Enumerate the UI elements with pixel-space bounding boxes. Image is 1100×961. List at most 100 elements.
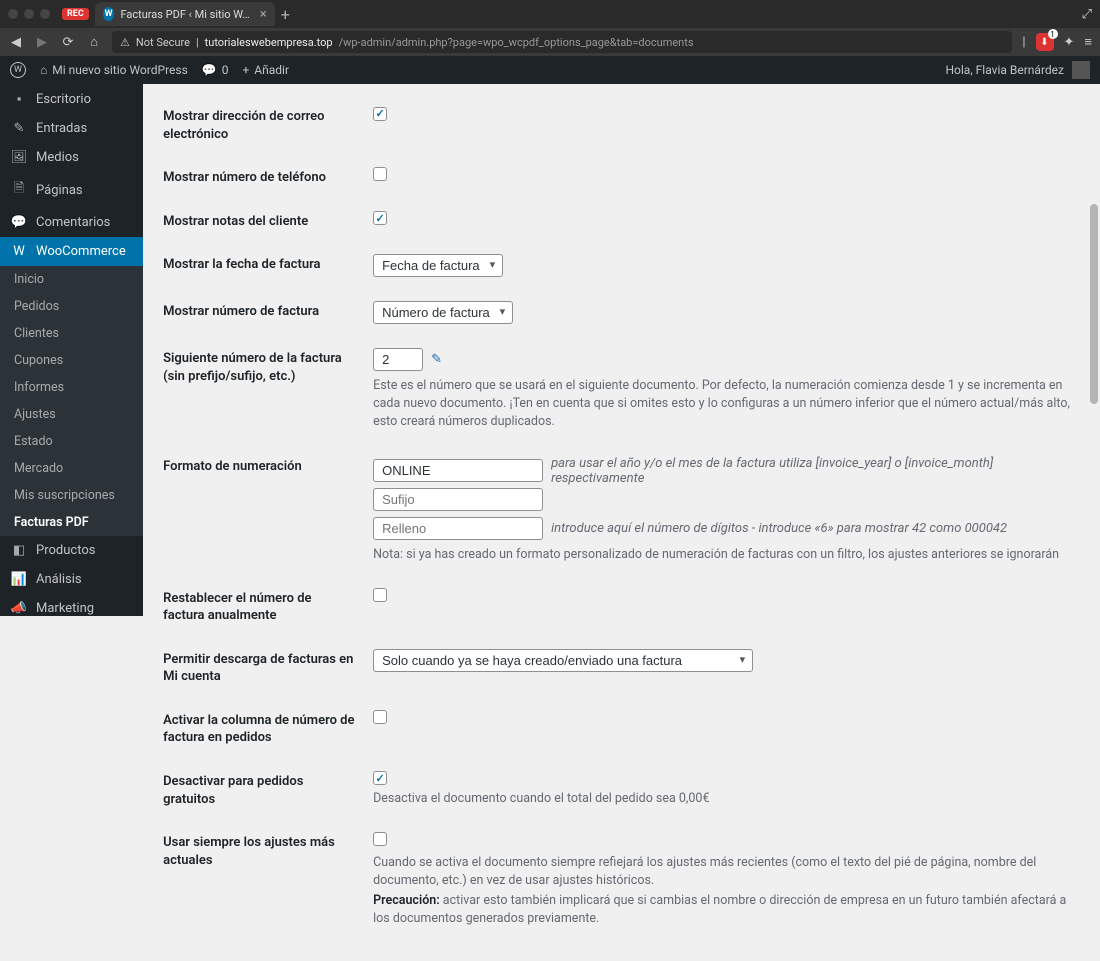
checkbox-usar-recientes[interactable]: [373, 832, 387, 846]
scrollbar[interactable]: [1090, 204, 1098, 404]
tab-title: Facturas PDF ‹ Mi sitio W…: [120, 8, 249, 21]
sidebar-item-marketing[interactable]: 📣Marketing: [0, 594, 143, 616]
products-icon: ◧: [10, 543, 28, 558]
checkbox-mostrar-notas[interactable]: [373, 211, 387, 225]
input-relleno[interactable]: [373, 517, 543, 540]
input-prefijo[interactable]: [373, 459, 543, 482]
help-usar-recientes-2: Precaución: activar esto también implica…: [373, 892, 1080, 928]
close-tab-icon[interactable]: ×: [260, 7, 267, 22]
dashboard-icon: ▪: [10, 91, 28, 107]
checkbox-activar-columna[interactable]: [373, 710, 387, 724]
input-sufijo[interactable]: [373, 488, 543, 511]
edit-pencil-icon[interactable]: ✎: [431, 352, 442, 367]
adminbar-greeting[interactable]: Hola, Flavia Bernárdez: [945, 63, 1064, 77]
label-formato: Formato de numeración: [163, 456, 373, 476]
label-siguiente-numero: Siguiente número de la factura (sin pref…: [163, 348, 373, 385]
sidebar-sub-mercado[interactable]: Mercado: [0, 455, 143, 482]
browser-chrome: REC W Facturas PDF ‹ Mi sitio W… × + ⤢ ◀…: [0, 0, 1100, 56]
label-mostrar-notas: Mostrar notas del cliente: [163, 211, 373, 231]
label-mostrar-email: Mostrar dirección de correo electrónico: [163, 106, 373, 143]
sidebar-sub-clientes[interactable]: Clientes: [0, 320, 143, 347]
browser-tab[interactable]: W Facturas PDF ‹ Mi sitio W… ×: [95, 2, 275, 26]
address-bar: ◀ ▶ ⟳ ⌂ ⚠ Not Secure | tutorialeswebempr…: [0, 28, 1100, 56]
sidebar-sub-suscripciones[interactable]: Mis suscripciones: [0, 482, 143, 509]
label-restablecer: Restablecer el número de factura anualme…: [163, 588, 373, 625]
security-status: Not Secure: [136, 36, 190, 49]
nota-formato: Nota: si ya has creado un formato person…: [373, 546, 1080, 564]
warning-icon: ⚠: [120, 36, 130, 49]
checkbox-mostrar-telefono[interactable]: [373, 167, 387, 181]
browser-menu-icon[interactable]: ≡: [1084, 34, 1092, 50]
url-path: /wp-admin/admin.php?page=wpo_wcpdf_optio…: [339, 36, 694, 49]
analytics-icon: 📊: [10, 572, 28, 587]
select-mostrar-numero[interactable]: Número de factura: [373, 301, 513, 324]
wp-logo-icon[interactable]: W: [10, 62, 26, 78]
reload-icon[interactable]: ⟳: [60, 35, 76, 50]
media-icon: 🖼: [10, 150, 28, 165]
pin-icon: ✎: [10, 121, 28, 136]
woocommerce-icon: W: [10, 244, 28, 259]
precaucion-label: Precaución:: [373, 893, 440, 908]
sidebar-item-escritorio[interactable]: ▪Escritorio: [0, 84, 143, 114]
help-desactivar-gratuitos: Desactiva el documento cuando el total d…: [373, 790, 1080, 808]
home-icon[interactable]: ⌂: [86, 34, 102, 50]
admin-sidebar: ▪Escritorio ✎Entradas 🖼Medios 🗎Páginas 💬…: [0, 84, 143, 616]
sidebar-sub-informes[interactable]: Informes: [0, 374, 143, 401]
sidebar-sub-inicio[interactable]: Inicio: [0, 266, 143, 293]
sidebar-item-entradas[interactable]: ✎Entradas: [0, 114, 143, 143]
sidebar-item-analisis[interactable]: 📊Análisis: [0, 565, 143, 594]
plus-icon: +: [242, 63, 249, 77]
sidebar-item-comentarios[interactable]: 💬Comentarios: [0, 208, 143, 237]
hint-relleno: introduce aquí el número de dígitos - in…: [551, 521, 1007, 536]
wordpress-favicon-icon: W: [103, 7, 115, 21]
comment-icon: 💬: [202, 63, 217, 77]
sidebar-item-medios[interactable]: 🖼Medios: [0, 143, 143, 172]
avatar[interactable]: [1072, 61, 1090, 79]
sidebar-item-paginas[interactable]: 🗎Páginas: [0, 172, 143, 208]
traffic-max-icon[interactable]: [40, 9, 50, 19]
traffic-close-icon[interactable]: [8, 9, 18, 19]
select-mostrar-fecha[interactable]: Fecha de factura: [373, 254, 503, 277]
label-mostrar-numero: Mostrar número de factura: [163, 301, 373, 321]
extensions-puzzle-icon[interactable]: ✦: [1064, 35, 1075, 50]
checkbox-desactivar-gratuitos[interactable]: [373, 771, 387, 785]
page-icon: 🗎: [10, 179, 28, 201]
hint-prefijo: para usar el año y/o el mes de la factur…: [551, 456, 1080, 486]
sidebar-sub-cupones[interactable]: Cupones: [0, 347, 143, 374]
adminbar-comments[interactable]: 💬0: [202, 63, 229, 77]
extension-icon[interactable]: ⬇1: [1036, 33, 1054, 51]
label-mostrar-telefono: Mostrar número de teléfono: [163, 167, 373, 187]
label-activar-columna: Activar la columna de número de factura …: [163, 710, 373, 747]
sidebar-sub-facturas-pdf[interactable]: Facturas PDF: [0, 509, 143, 536]
extension-badge: 1: [1048, 29, 1058, 39]
adminbar-add-new[interactable]: +Añadir: [242, 63, 289, 77]
help-usar-recientes-1: Cuando se activa el documento siempre re…: [373, 854, 1080, 890]
sidebar-sub-estado[interactable]: Estado: [0, 428, 143, 455]
wp-adminbar: W ⌂Mi nuevo sitio WordPress 💬0 +Añadir H…: [0, 56, 1100, 84]
label-mostrar-fecha: Mostrar la fecha de factura: [163, 254, 373, 274]
tab-bar: REC W Facturas PDF ‹ Mi sitio W… × + ⤢: [0, 0, 1100, 28]
checkbox-mostrar-email[interactable]: [373, 107, 387, 121]
precaucion-text: activar esto también implicará que si ca…: [373, 893, 1066, 926]
input-siguiente-numero[interactable]: [373, 348, 423, 371]
traffic-min-icon[interactable]: [24, 9, 34, 19]
rec-badge: REC: [62, 8, 89, 20]
label-usar-recientes: Usar siempre los ajustes más actuales: [163, 832, 373, 869]
expand-icon[interactable]: ⤢: [1082, 7, 1092, 22]
new-tab-button[interactable]: +: [281, 5, 290, 24]
back-icon[interactable]: ◀: [8, 35, 24, 50]
checkbox-restablecer[interactable]: [373, 588, 387, 602]
label-desactivar-gratuitos: Desactivar para pedidos gratuitos: [163, 771, 373, 808]
settings-form: Mostrar dirección de correo electrónico …: [143, 84, 1100, 961]
help-siguiente-numero: Este es el número que se usará en el sig…: [373, 377, 1080, 431]
label-descarga: Permitir descarga de facturas en Mi cuen…: [163, 649, 373, 686]
sidebar-item-productos[interactable]: ◧Productos: [0, 536, 143, 565]
sidebar-sub-pedidos[interactable]: Pedidos: [0, 293, 143, 320]
url-field[interactable]: ⚠ Not Secure | tutorialeswebempresa.top/…: [112, 31, 1012, 53]
forward-icon[interactable]: ▶: [34, 35, 50, 50]
adminbar-site[interactable]: ⌂Mi nuevo sitio WordPress: [40, 63, 188, 77]
home-icon: ⌂: [40, 63, 47, 77]
sidebar-item-woocommerce[interactable]: WWooCommerce: [0, 237, 143, 266]
sidebar-sub-ajustes[interactable]: Ajustes: [0, 401, 143, 428]
select-descarga[interactable]: Solo cuando ya se haya creado/enviado un…: [373, 649, 753, 672]
